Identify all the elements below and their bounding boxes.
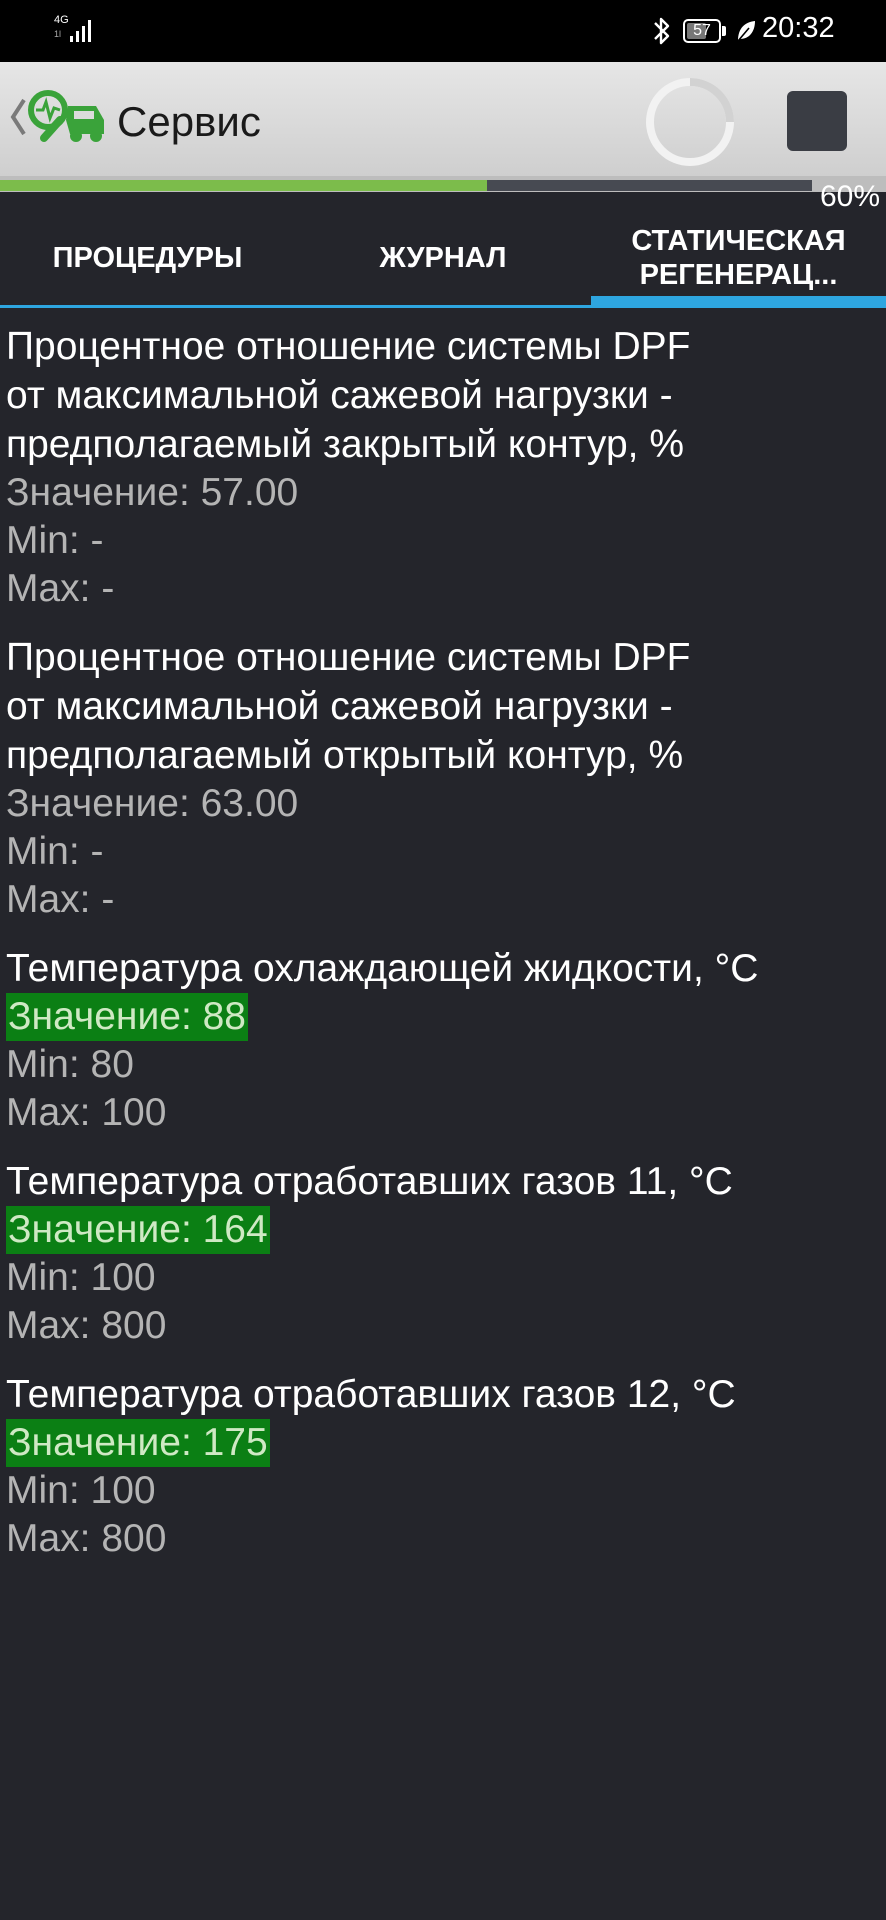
battery-level: 57	[693, 22, 711, 39]
loading-spinner-icon	[646, 78, 734, 166]
progress-fill	[0, 180, 488, 191]
parameter-value: Значение: 175	[6, 1419, 270, 1467]
tab-selected-indicator	[591, 296, 886, 308]
progress-bar	[0, 176, 886, 192]
parameter-name: Температура отработавших газов 12, °С	[6, 1373, 736, 1416]
parameter-min: Min: 80	[6, 1043, 134, 1086]
network-type-label: 4G	[54, 14, 69, 26]
tab-journal[interactable]: ЖУРНАЛ	[295, 208, 591, 308]
tab-static-regeneration[interactable]: СТАТИЧЕСКАЯ РЕГЕНЕРАЦ...	[591, 208, 886, 308]
network-sub-label: 1l	[54, 29, 62, 39]
parameter-item: Температура отработавших газов 12, °С Зн…	[0, 1370, 886, 1563]
status-bar: 4G 1l 57 20:32	[0, 0, 886, 62]
parameter-item: Температура охлаждающей жидкости, °С Зна…	[0, 944, 886, 1137]
parameter-name: Процентное отношение системы DPF от макс…	[6, 636, 691, 777]
parameter-name: Температура охлаждающей жидкости, °С	[6, 947, 759, 990]
app-bar: Сервис	[0, 62, 886, 176]
parameter-min: Min: -	[6, 519, 104, 562]
parameter-list: Процентное отношение системы DPF от макс…	[0, 322, 886, 1583]
cell-signal-icon: 4G 1l	[52, 14, 98, 46]
parameter-name: Температура отработавших газов 11, °С	[6, 1160, 733, 1203]
parameter-item: Температура отработавших газов 11, °С Зн…	[0, 1157, 886, 1350]
app-title: Сервис	[117, 98, 261, 145]
battery-icon: 57	[683, 19, 721, 43]
parameter-min: Min: 100	[6, 1256, 156, 1299]
app-logo-icon	[28, 90, 104, 142]
parameter-min: Min: 100	[6, 1469, 156, 1512]
parameter-value: Значение: 88	[6, 993, 248, 1041]
power-saving-leaf-icon	[737, 21, 755, 42]
parameter-max: Max: -	[6, 878, 115, 921]
back-chevron-icon[interactable]	[8, 92, 28, 142]
parameter-min: Min: -	[6, 830, 104, 873]
stop-button[interactable]	[787, 91, 847, 151]
bluetooth-icon	[654, 17, 670, 45]
tab-procedures[interactable]: ПРОЦЕДУРЫ	[0, 208, 295, 308]
parameter-value: Значение: 63.00	[6, 782, 299, 825]
parameter-item: Процентное отношение системы DPF от макс…	[0, 322, 886, 613]
parameter-item: Процентное отношение системы DPF от макс…	[0, 633, 886, 924]
parameter-name: Процентное отношение системы DPF от макс…	[6, 325, 691, 466]
parameter-value: Значение: 164	[6, 1206, 270, 1254]
parameter-max: Max: 100	[6, 1091, 167, 1134]
tab-bar: ПРОЦЕДУРЫ ЖУРНАЛ СТАТИЧЕСКАЯ РЕГЕНЕРАЦ..…	[0, 208, 886, 308]
battery-nub	[722, 26, 726, 36]
parameter-value: Значение: 57.00	[6, 471, 299, 514]
parameter-max: Max: 800	[6, 1304, 167, 1347]
parameter-max: Max: -	[6, 567, 115, 610]
clock: 20:32	[762, 12, 835, 44]
parameter-max: Max: 800	[6, 1517, 167, 1560]
